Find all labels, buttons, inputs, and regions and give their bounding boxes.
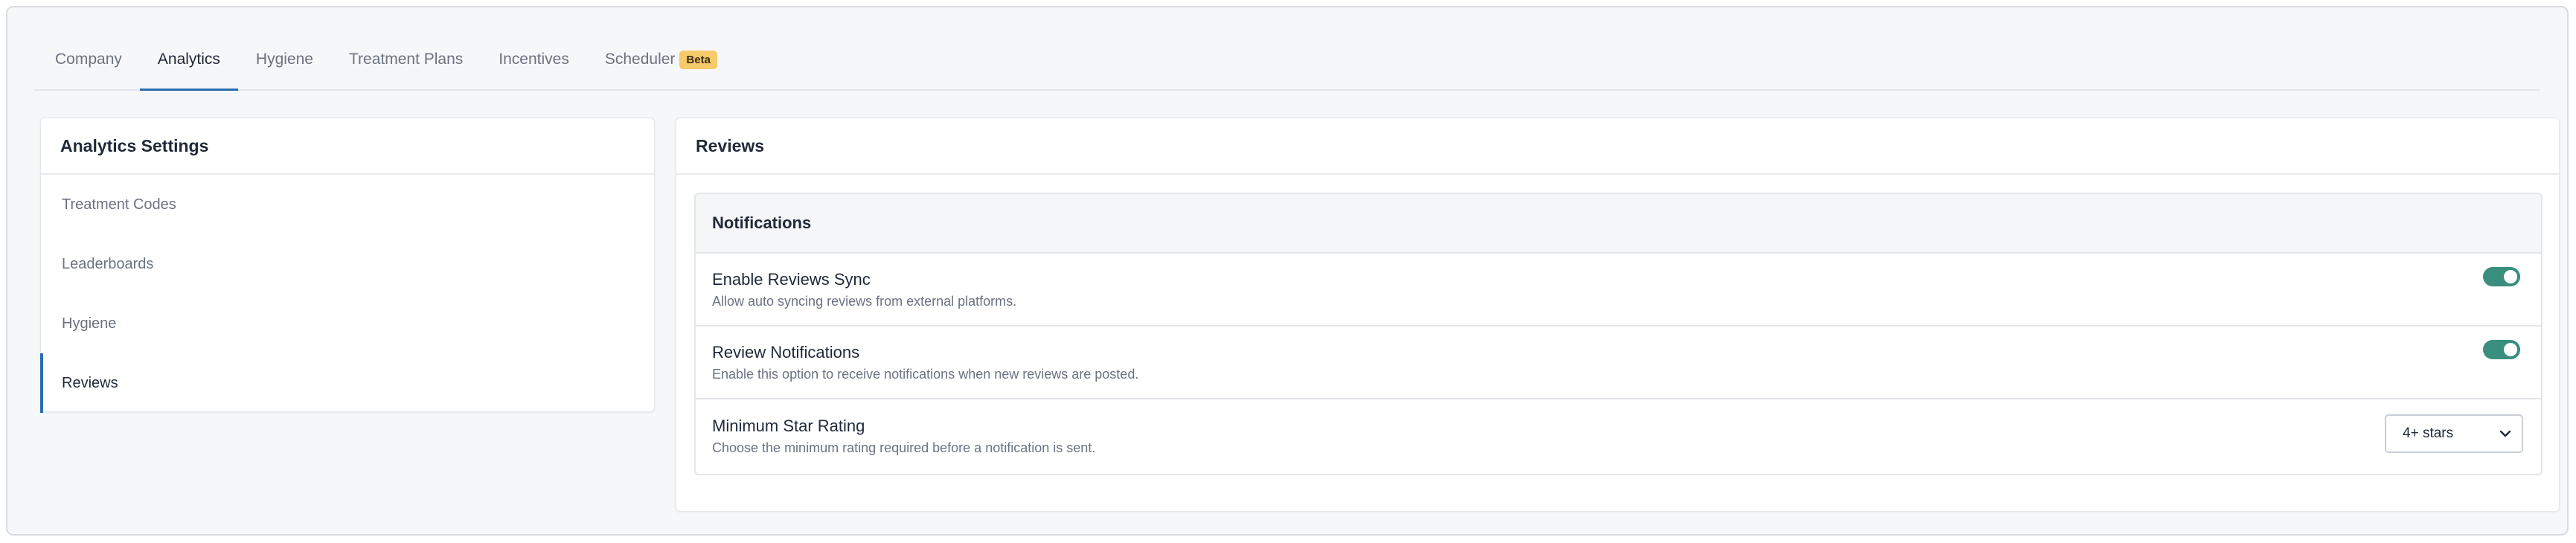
tab-label: Company <box>55 51 122 68</box>
reviews-sync-toggle[interactable] <box>2483 267 2520 286</box>
setting-row-minimum-star-rating: Minimum Star Rating Choose the minimum r… <box>696 399 2541 472</box>
beta-badge: Beta <box>679 50 717 69</box>
tab-label: Incentives <box>499 51 569 68</box>
setting-title: Minimum Star Rating <box>712 416 865 435</box>
notifications-section: Notifications Enable Reviews Sync Allow … <box>694 193 2543 475</box>
tab-label: Analytics <box>157 51 220 68</box>
tab-scheduler[interactable]: Scheduler Beta <box>587 30 735 89</box>
sidebar-item-label: Reviews <box>62 374 118 391</box>
settings-window: Company Analytics Hygiene Treatment Plan… <box>6 6 2569 536</box>
setting-row-review-notifications: Review Notifications Enable this option … <box>696 327 2541 399</box>
panel-title: Reviews <box>676 118 2559 175</box>
setting-title: Enable Reviews Sync <box>712 269 871 289</box>
tab-label: Hygiene <box>255 51 313 68</box>
setting-row-reviews-sync: Enable Reviews Sync Allow auto syncing r… <box>696 254 2541 327</box>
section-title: Notifications <box>696 194 2541 254</box>
sidebar-item-reviews[interactable]: Reviews <box>40 353 654 413</box>
tab-hygiene[interactable]: Hygiene <box>238 30 331 89</box>
review-notifications-toggle[interactable] <box>2483 340 2520 359</box>
toggle-knob <box>2504 343 2517 356</box>
toggle-knob <box>2504 270 2517 283</box>
tab-label: Treatment Plans <box>348 51 464 68</box>
tab-label: Scheduler <box>604 51 676 68</box>
sidebar-item-label: Treatment Codes <box>62 196 176 213</box>
sidebar-item-hygiene[interactable]: Hygiene <box>41 294 654 353</box>
sidebar-item-leaderboards[interactable]: Leaderboards <box>41 234 654 294</box>
sidebar-item-label: Hygiene <box>62 315 117 332</box>
sidebar-item-label: Leaderboards <box>62 255 154 272</box>
analytics-settings-panel: Analytics Settings Treatment Codes Leade… <box>40 118 655 413</box>
setting-title: Review Notifications <box>712 342 860 362</box>
chevron-down-icon <box>2499 430 2511 437</box>
reviews-panel: Reviews Notifications Enable Reviews Syn… <box>676 118 2560 512</box>
tab-company[interactable]: Company <box>34 30 140 89</box>
tab-incentives[interactable]: Incentives <box>481 30 587 89</box>
minimum-star-rating-select[interactable]: 4+ stars <box>2385 414 2523 453</box>
panel-title: Analytics Settings <box>41 118 654 175</box>
select-value: 4+ stars <box>2403 425 2454 441</box>
sidebar-item-treatment-codes[interactable]: Treatment Codes <box>41 175 654 234</box>
setting-description: Allow auto syncing reviews from external… <box>712 293 1017 309</box>
setting-description: Enable this option to receive notificati… <box>712 366 1139 382</box>
tab-treatment-plans[interactable]: Treatment Plans <box>331 30 481 89</box>
tab-analytics[interactable]: Analytics <box>139 30 238 91</box>
setting-description: Choose the minimum rating required befor… <box>712 440 1096 455</box>
tab-bar: Company Analytics Hygiene Treatment Plan… <box>34 30 2540 91</box>
